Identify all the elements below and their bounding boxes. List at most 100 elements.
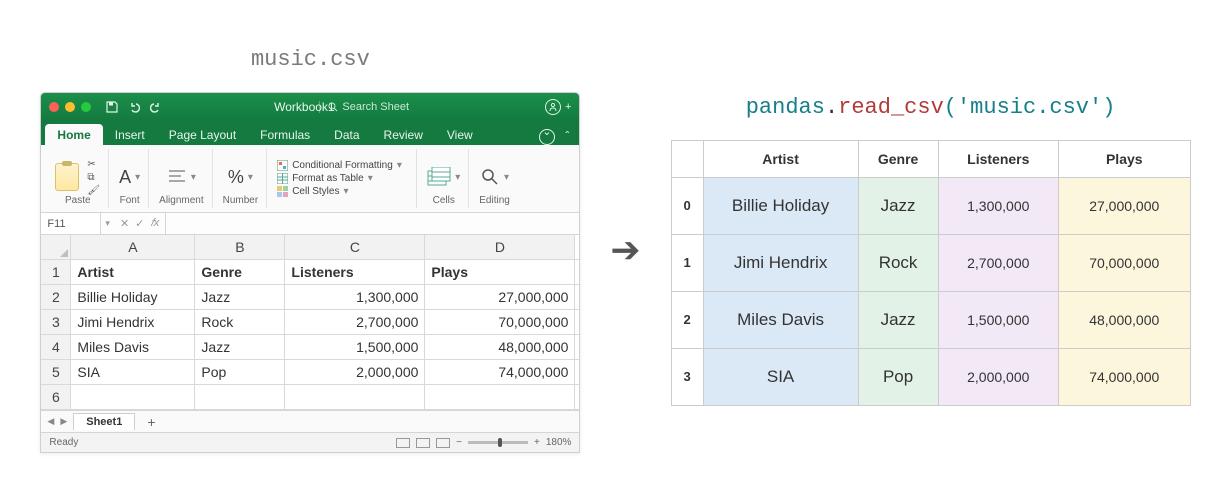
cell-A4[interactable]: Miles Davis (71, 335, 195, 360)
cell-A5[interactable]: SIA (71, 360, 195, 385)
cell-A2[interactable]: Billie Holiday (71, 285, 195, 310)
add-sheet-button[interactable]: + (141, 414, 161, 430)
cell-D6[interactable] (425, 385, 575, 410)
percent-icon[interactable]: % (228, 167, 244, 188)
cell-C1[interactable]: Listeners (285, 260, 425, 285)
find-icon[interactable] (480, 167, 500, 187)
tab-page-layout[interactable]: Page Layout (157, 124, 248, 145)
df-row: 0 Billie Holiday Jazz 1,300,000 27,000,0… (671, 177, 1190, 234)
row-header-3[interactable]: 3 (41, 310, 71, 335)
zoom-level[interactable]: 180% (546, 437, 572, 448)
search-sheet[interactable]: Search Sheet (319, 101, 409, 113)
cells-icon[interactable] (427, 167, 451, 187)
normal-view-icon[interactable] (396, 438, 410, 448)
cell-C4[interactable]: 1,500,000 (285, 335, 425, 360)
name-box[interactable]: F11 (41, 213, 101, 234)
sheet-tab-1[interactable]: Sheet1 (73, 413, 135, 430)
df-row: 2 Miles Davis Jazz 1,500,000 48,000,000 (671, 291, 1190, 348)
sheet-nav-prev-icon[interactable]: ◀ (47, 416, 54, 427)
copy-icon[interactable]: ⧉ (87, 172, 100, 183)
cell-styles-icon (277, 186, 288, 197)
name-box-dropdown-icon[interactable]: ▾ (101, 218, 114, 229)
ribbon-tabs: Home Insert Page Layout Formulas Data Re… (41, 121, 579, 145)
format-painter-icon[interactable]: 🖌 (87, 185, 100, 196)
maximize-window-icon[interactable] (81, 102, 91, 112)
cell-B2[interactable]: Jazz (195, 285, 285, 310)
df-cell-artist: Jimi Hendrix (703, 234, 858, 291)
cell-B6[interactable] (195, 385, 285, 410)
right-caption: pandas.read_csv('music.csv') (746, 95, 1116, 120)
df-cell-artist: Miles Davis (703, 291, 858, 348)
cut-icon[interactable]: ✂ (87, 159, 100, 170)
cell-A6[interactable] (71, 385, 195, 410)
fx-icon[interactable]: 𝑓x (150, 217, 159, 230)
format-as-table-button[interactable]: Format as Table ▾ (277, 173, 373, 184)
cell-styles-label: Cell Styles (292, 186, 339, 197)
collapse-ribbon-icon[interactable]: ˆ (565, 129, 569, 145)
save-icon[interactable] (105, 100, 119, 114)
row-header-6[interactable]: 6 (41, 385, 71, 410)
tab-review[interactable]: Review (372, 124, 435, 145)
code-func: read_csv (838, 95, 944, 120)
cell-B3[interactable]: Rock (195, 310, 285, 335)
col-header-A[interactable]: A (71, 235, 195, 260)
row-header-1[interactable]: 1 (41, 260, 71, 285)
share-icon[interactable] (545, 99, 561, 115)
row-header-5[interactable]: 5 (41, 360, 71, 385)
ribbon-clipboard: ✂ ⧉ 🖌 Paste (47, 149, 109, 208)
col-header-B[interactable]: B (195, 235, 285, 260)
minimize-window-icon[interactable] (65, 102, 75, 112)
undo-icon[interactable] (127, 100, 141, 114)
feedback-icon[interactable] (539, 129, 555, 145)
cells-label: Cells (433, 195, 455, 206)
cell-D3[interactable]: 70,000,000 (425, 310, 575, 335)
cell-A3[interactable]: Jimi Hendrix (71, 310, 195, 335)
ribbon-styles: Conditional Formatting ▾ Format as Table… (269, 149, 417, 208)
cell-styles-button[interactable]: Cell Styles ▾ (277, 186, 348, 197)
cell-D1[interactable]: Plays (425, 260, 575, 285)
df-row: 3 SIA Pop 2,000,000 74,000,000 (671, 348, 1190, 405)
cell-B4[interactable]: Jazz (195, 335, 285, 360)
cell-C3[interactable]: 2,700,000 (285, 310, 425, 335)
cell-D4[interactable]: 48,000,000 (425, 335, 575, 360)
cell-C5[interactable]: 2,000,000 (285, 360, 425, 385)
redo-icon[interactable] (149, 100, 163, 114)
select-all-corner[interactable] (41, 235, 71, 260)
cell-C2[interactable]: 1,300,000 (285, 285, 425, 310)
cell-C6[interactable] (285, 385, 425, 410)
font-icon[interactable]: A (119, 167, 131, 188)
align-icon[interactable] (167, 168, 187, 186)
df-cell-listeners: 1,500,000 (938, 291, 1058, 348)
tab-view[interactable]: View (435, 124, 485, 145)
cell-A1[interactable]: Artist (71, 260, 195, 285)
cell-B1[interactable]: Genre (195, 260, 285, 285)
conditional-formatting-button[interactable]: Conditional Formatting ▾ (277, 160, 402, 171)
code-arg: 'music.csv' (957, 95, 1102, 120)
cell-D5[interactable]: 74,000,000 (425, 360, 575, 385)
conditional-formatting-icon (277, 160, 288, 171)
col-header-D[interactable]: D (425, 235, 575, 260)
page-layout-view-icon[interactable] (416, 438, 430, 448)
cancel-formula-icon[interactable]: ✕ (120, 217, 129, 230)
sheet-nav-next-icon[interactable]: ▶ (60, 416, 67, 427)
zoom-out-icon[interactable]: − (456, 437, 462, 448)
col-header-C[interactable]: C (285, 235, 425, 260)
page-break-view-icon[interactable] (436, 438, 450, 448)
zoom-in-icon[interactable]: + (534, 437, 540, 448)
tab-formulas[interactable]: Formulas (248, 124, 322, 145)
accept-formula-icon[interactable]: ✓ (135, 217, 144, 230)
paste-icon[interactable] (55, 163, 79, 191)
tab-home[interactable]: Home (45, 124, 102, 145)
cell-B5[interactable]: Pop (195, 360, 285, 385)
zoom-slider[interactable] (468, 441, 528, 444)
df-cell-plays: 70,000,000 (1058, 234, 1190, 291)
row-header-2[interactable]: 2 (41, 285, 71, 310)
close-window-icon[interactable] (49, 102, 59, 112)
row-header-4[interactable]: 4 (41, 335, 71, 360)
df-header-artist: Artist (703, 140, 858, 177)
tab-data[interactable]: Data (322, 124, 371, 145)
cell-D2[interactable]: 27,000,000 (425, 285, 575, 310)
status-bar: Ready − + 180% (41, 432, 579, 452)
tab-insert[interactable]: Insert (103, 124, 157, 145)
spreadsheet-grid[interactable]: A B C D 1 Artist Genre Listeners Plays 2… (41, 235, 579, 410)
